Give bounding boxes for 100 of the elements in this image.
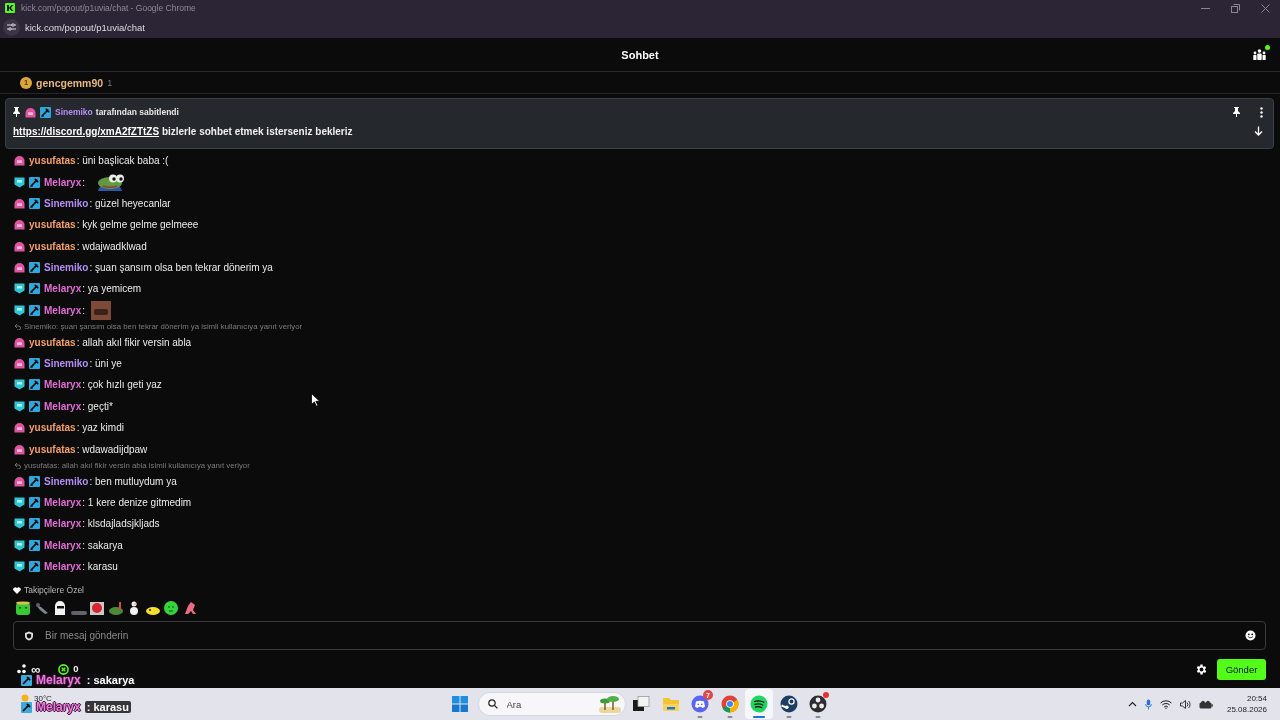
stick-emote-icon[interactable] bbox=[33, 600, 50, 616]
task-view-icon bbox=[632, 695, 650, 713]
sword-badge-icon bbox=[29, 496, 40, 508]
username[interactable]: Melaryx bbox=[44, 539, 82, 551]
settings-button[interactable] bbox=[1196, 663, 1207, 675]
emoji-icon[interactable] bbox=[1245, 630, 1256, 641]
reply-arrow-icon bbox=[14, 461, 21, 469]
sword-badge-icon bbox=[29, 518, 40, 530]
username[interactable]: yusufatas bbox=[29, 443, 76, 455]
expand-button[interactable] bbox=[1254, 126, 1263, 136]
palm-trees-icon bbox=[598, 695, 621, 713]
sword-badge-icon bbox=[29, 379, 40, 391]
points-icon[interactable] bbox=[58, 663, 70, 675]
username[interactable]: Melaryx bbox=[44, 379, 82, 391]
heart-icon bbox=[13, 586, 21, 594]
leaderboard-username[interactable]: gencgemm90 bbox=[36, 76, 104, 89]
username[interactable]: yusufatas bbox=[29, 240, 76, 252]
discord-invite-link[interactable]: https://discord.gg/xmA2fZTtZS bbox=[13, 125, 160, 137]
window-title: kick.com/popout/p1uvia/chat - Google Chrome bbox=[21, 3, 197, 13]
message-text: : geçti* bbox=[82, 400, 113, 412]
battery-icon[interactable] bbox=[1198, 699, 1213, 709]
username[interactable]: yusufatas bbox=[29, 422, 76, 434]
subscriber-badge-icon bbox=[14, 176, 25, 188]
subscriber-badge-icon bbox=[14, 400, 25, 412]
subscriber-badge-icon bbox=[14, 475, 25, 487]
pin-icon bbox=[13, 107, 20, 117]
sword-badge-icon bbox=[29, 475, 40, 487]
message-text: : allah akıl fikir versin abla bbox=[76, 336, 192, 348]
send-button[interactable]: Gönder bbox=[1217, 658, 1266, 680]
sword-badge-icon bbox=[29, 176, 40, 188]
pinned-message-text: https://discord.gg/xmA2fZTtZS bizlerle sohbet etmek isterseniz bekleriz bbox=[13, 125, 353, 137]
message-input-field[interactable]: Bir mesaj gönderin bbox=[13, 621, 1266, 650]
helmet-emote-icon[interactable] bbox=[52, 600, 68, 616]
overlay-message-text: : sakarya bbox=[84, 674, 137, 686]
message-text: : çok hızlı geti yaz bbox=[82, 379, 162, 391]
smiley-emote-icon[interactable] bbox=[163, 600, 179, 616]
subscriber-badge-icon bbox=[14, 283, 25, 295]
message-text: : kyk gelme gelme gelmeee bbox=[76, 219, 199, 231]
subscriber-badge-icon bbox=[14, 336, 25, 348]
shield-icon bbox=[24, 630, 34, 641]
message-text: : yaz kimdi bbox=[76, 422, 124, 434]
username[interactable]: Melaryx bbox=[44, 304, 82, 316]
stat-value: 0 bbox=[73, 664, 79, 674]
message-text: : şuan şansım olsa ben tekrar dönerim ya bbox=[89, 262, 273, 274]
username[interactable]: Sinemiko bbox=[44, 198, 89, 210]
pond-emote-icon[interactable] bbox=[107, 600, 124, 616]
subscriber-badge-icon bbox=[14, 496, 25, 508]
subscriber-badge-icon bbox=[14, 443, 25, 455]
chevron-up-icon[interactable] bbox=[1127, 701, 1137, 707]
frog-emote bbox=[97, 173, 126, 191]
users-icon[interactable] bbox=[1253, 49, 1266, 60]
sword-badge-icon bbox=[29, 304, 40, 316]
site-settings-button[interactable] bbox=[3, 18, 20, 36]
username[interactable]: Sinemiko bbox=[44, 262, 89, 274]
subscriber-badge-icon bbox=[14, 379, 25, 391]
username[interactable]: yusufatas bbox=[29, 336, 76, 348]
wifi-icon[interactable] bbox=[1159, 699, 1172, 709]
speaker-icon[interactable] bbox=[1179, 699, 1191, 709]
jar-emote-icon[interactable] bbox=[15, 600, 31, 616]
username[interactable]: Melaryx bbox=[44, 560, 82, 572]
taskbar-app-button[interactable] bbox=[745, 689, 773, 719]
gear-icon bbox=[1196, 663, 1207, 675]
message-text: : sakarya bbox=[82, 539, 123, 551]
message-text: : wdajwadklwad bbox=[76, 240, 147, 252]
arrow-down-icon bbox=[1254, 126, 1263, 136]
browser-icon bbox=[720, 695, 739, 713]
username[interactable]: Melaryx bbox=[44, 400, 82, 412]
unpin-button[interactable] bbox=[1233, 107, 1240, 117]
username[interactable]: yusufatas bbox=[29, 155, 76, 167]
message-text: : ya yemicem bbox=[82, 283, 142, 295]
message-text: : üni başlicak baba :( bbox=[76, 155, 169, 167]
overlay-message-text: : karasu bbox=[84, 701, 131, 713]
username[interactable]: Sinemiko bbox=[44, 358, 89, 370]
message-text: : wdawadijdpaw bbox=[76, 443, 148, 455]
more-options-button[interactable] bbox=[1260, 106, 1263, 118]
username[interactable]: Melaryx bbox=[44, 176, 82, 188]
subscriber-badge-icon bbox=[14, 240, 25, 252]
pinned-by-username[interactable]: Sinemiko bbox=[55, 107, 93, 117]
folder-icon bbox=[661, 695, 680, 713]
clock-time[interactable]: 20:54 bbox=[1246, 693, 1267, 704]
subscriber-badge-icon bbox=[25, 106, 36, 118]
username[interactable]: Melaryx bbox=[44, 496, 82, 508]
sun-icon bbox=[20, 693, 30, 703]
username[interactable]: Melaryx bbox=[44, 283, 82, 295]
username[interactable]: Melaryx bbox=[44, 518, 82, 530]
clock-date[interactable]: 25.08.2026 bbox=[1226, 704, 1267, 715]
restore-icon bbox=[1230, 3, 1240, 13]
close-icon bbox=[1260, 3, 1270, 13]
message-text: : bbox=[82, 304, 86, 316]
mouse-pointer-icon bbox=[311, 393, 320, 407]
search-field[interactable]: Ara bbox=[477, 692, 626, 716]
username[interactable]: Sinemiko bbox=[44, 475, 89, 487]
username[interactable]: yusufatas bbox=[29, 219, 76, 231]
music-app-icon bbox=[750, 695, 768, 713]
microphone-icon[interactable] bbox=[1144, 698, 1152, 710]
sword-badge-icon bbox=[29, 262, 40, 274]
emote-image-placeholder bbox=[91, 300, 112, 320]
pinned-note: tarafından sabitlendi bbox=[95, 107, 179, 117]
game-controller-app-icon bbox=[691, 695, 709, 713]
framed-dot-emote-icon[interactable] bbox=[89, 600, 105, 616]
